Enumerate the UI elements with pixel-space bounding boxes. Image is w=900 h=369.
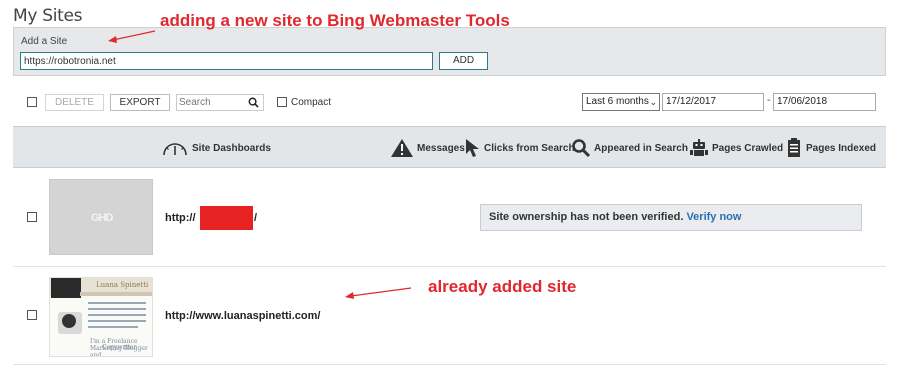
site-thumbnail[interactable]: Luana Spinetti I'm a Freelance Marketing… (49, 277, 153, 357)
thumbnail-text-line (88, 320, 146, 322)
site-row-checkbox[interactable] (27, 310, 37, 320)
search-box[interactable] (176, 94, 264, 111)
site-row: GHD http:// / Site ownership has not been… (13, 179, 886, 259)
date-range-value: Last 6 months (586, 96, 649, 107)
site-url-link[interactable]: http:// / (165, 206, 257, 230)
col-pages-crawled-label: Pages Crawled (712, 142, 784, 154)
toolbar: DELETE EXPORT Compact Last 6 months ⌄ 17… (0, 93, 900, 113)
gauge-icon (163, 143, 187, 156)
thumbnail-avatar (51, 278, 81, 298)
arrow-line-top (112, 30, 156, 41)
site-url-suffix: / (254, 212, 258, 224)
search-input[interactable] (179, 96, 239, 109)
thumbnail-logo: GHD (91, 212, 113, 224)
col-appeared[interactable]: Appeared in Search (571, 127, 688, 169)
date-separator: - (767, 95, 771, 106)
col-site-dashboards[interactable]: Site Dashboards (161, 127, 271, 169)
date-range-select[interactable]: Last 6 months ⌄ (582, 93, 660, 111)
column-header-bar: Site Dashboards Messages Clicks from Sea… (13, 126, 886, 168)
verification-notice: Site ownership has not been verified. Ve… (480, 204, 862, 231)
row-divider (13, 266, 886, 267)
thumbnail-text-line (88, 314, 146, 316)
col-messages[interactable]: Messages (390, 127, 465, 169)
chevron-down-icon: ⌄ (649, 97, 657, 107)
compact-label: Compact (291, 97, 332, 108)
row-divider (13, 364, 886, 365)
col-pages-crawled[interactable]: Pages Crawled (689, 127, 783, 169)
site-row: Luana Spinetti I'm a Freelance Marketing… (13, 277, 886, 359)
col-clicks-label: Clicks from Search (484, 142, 575, 154)
verify-now-link[interactable]: Verify now (686, 211, 741, 223)
col-messages-label: Messages (417, 142, 465, 154)
cursor-icon (466, 139, 479, 157)
col-appeared-label: Appeared in Search (594, 142, 688, 154)
export-button[interactable]: EXPORT (110, 94, 170, 111)
col-site-dashboards-label: Site Dashboards (192, 142, 271, 154)
site-thumbnail[interactable]: GHD (49, 179, 153, 255)
thumbnail-heading-line-2: Copywriter (102, 344, 137, 351)
site-row-checkbox[interactable] (27, 212, 37, 222)
site-url-link[interactable]: http://www.luanaspinetti.com/ (165, 310, 320, 322)
select-all-checkbox[interactable] (27, 97, 37, 107)
robot-icon (690, 139, 708, 156)
thumbnail-text-line (88, 302, 146, 304)
thumbnail-title: Luana Spinetti (96, 281, 149, 289)
document-list-icon (788, 138, 800, 157)
search-icon[interactable] (248, 97, 259, 108)
arrow-head-top (108, 36, 117, 43)
thumbnail-text-line (88, 326, 138, 328)
col-clicks[interactable]: Clicks from Search (464, 127, 575, 169)
date-from-field[interactable]: 17/12/2017 (662, 93, 764, 111)
delete-button[interactable]: DELETE (45, 94, 104, 111)
col-pages-indexed[interactable]: Pages Indexed (785, 127, 876, 169)
col-pages-indexed-label: Pages Indexed (806, 142, 877, 154)
redaction-box (200, 206, 253, 230)
verification-message: Site ownership has not been verified. (489, 211, 684, 223)
thumbnail-text-line (88, 308, 146, 310)
magnifier-icon (572, 139, 591, 158)
thumbnail-nav (80, 292, 152, 296)
site-url-prefix: http:// (165, 212, 196, 224)
thumbnail-portrait (62, 314, 76, 328)
warning-icon (391, 139, 413, 157)
compact-checkbox[interactable] (277, 97, 287, 107)
date-to-field[interactable]: 17/06/2018 (773, 93, 876, 111)
